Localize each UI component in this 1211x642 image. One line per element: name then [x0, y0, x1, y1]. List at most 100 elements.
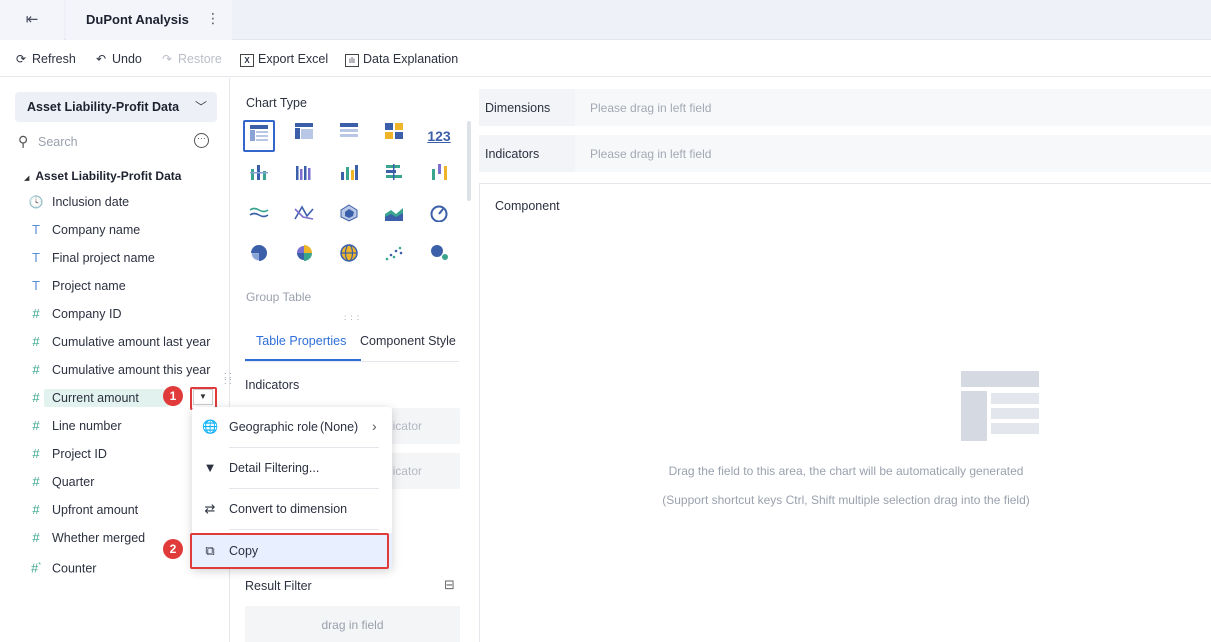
chart-type-gauge[interactable]	[423, 202, 455, 234]
field-company-name[interactable]: T Company name	[28, 219, 140, 241]
globe-icon: 🌐	[202, 419, 219, 434]
field-label: Company name	[52, 223, 141, 237]
field-label: Inclusion date	[52, 195, 130, 209]
menu-item-detail-filtering[interactable]: ▼ Detail Filtering...	[192, 450, 392, 486]
section-resize-handle[interactable]: : : :	[344, 313, 360, 322]
chart-type-pie[interactable]	[243, 242, 275, 274]
chart-type-range-bar[interactable]	[423, 161, 455, 193]
field-upfront-amount[interactable]: # Upfront amount	[28, 499, 138, 521]
rose-chart-icon	[297, 245, 312, 261]
gauge-icon	[430, 205, 448, 223]
detail-table-icon	[340, 123, 358, 137]
column-chart-icon	[341, 165, 358, 180]
menu-item-label: Detail Filtering...	[229, 461, 320, 475]
indicators-row: Indicators Please drag in left field	[479, 135, 1211, 172]
field-project-name[interactable]: T Project name	[28, 275, 126, 297]
number-type-icon: #	[32, 418, 40, 433]
tab-table-properties[interactable]: Table Properties	[256, 334, 346, 348]
kpi-card-icon	[385, 123, 403, 139]
field-quarter[interactable]: # Quarter	[28, 471, 94, 493]
field-counter[interactable]: #* Counter	[28, 555, 96, 577]
empty-chart-illustration-icon	[961, 371, 1039, 441]
exit-icon[interactable]: ⇤	[18, 8, 46, 32]
menu-item-convert-to-dimension[interactable]: ⇄ Convert to dimension	[192, 491, 392, 527]
pie-chart-icon	[251, 245, 267, 261]
chart-type-number[interactable]: 123	[423, 120, 455, 152]
chart-type-column[interactable]	[333, 161, 365, 193]
field-label: Project ID	[52, 447, 107, 461]
field-label: Current amount	[44, 389, 169, 407]
indicators-placeholder: Please drag in left field	[590, 147, 712, 161]
field-company-id[interactable]: # Company ID	[28, 303, 121, 325]
more-options-icon[interactable]: ···	[194, 133, 209, 148]
clock-icon: 🕓	[28, 195, 44, 209]
indicators-label: Indicators	[485, 147, 540, 161]
chart-type-multi-bar[interactable]	[288, 161, 320, 193]
drag-in-field-label: drag in field	[321, 618, 384, 632]
more-vertical-icon[interactable]: ⋮	[206, 10, 220, 27]
highlight-box-step2	[190, 533, 389, 569]
tab-divider	[245, 361, 459, 362]
chart-type-detail-table[interactable]	[333, 120, 365, 152]
menu-divider	[229, 447, 379, 448]
field-cumulative-last-year[interactable]: # Cumulative amount last year	[28, 331, 210, 353]
briefcase-icon[interactable]: ⊟	[444, 577, 455, 593]
field-label: Line number	[52, 419, 122, 433]
data-explanation-button[interactable]: ılı Data Explanation	[345, 51, 458, 67]
result-filter-drop-zone[interactable]: drag in field	[245, 606, 460, 642]
chart-type-horizontal-bar[interactable]	[378, 161, 410, 193]
field-project-id[interactable]: # Project ID	[28, 443, 107, 465]
chart-type-name: Group Table	[246, 290, 312, 304]
chart-type-rose[interactable]	[288, 242, 320, 274]
field-label: Cumulative amount last year	[52, 335, 211, 349]
number-type-icon: #	[32, 530, 40, 545]
field-cumulative-this-year[interactable]: # Cumulative amount this year	[28, 359, 210, 381]
menu-divider	[229, 488, 379, 489]
chart-type-kpi-card[interactable]	[378, 120, 410, 152]
chart-type-line-cross[interactable]	[288, 202, 320, 234]
scatter-chart-icon	[385, 246, 403, 261]
dimensions-placeholder: Please drag in left field	[590, 101, 712, 115]
data-explanation-icon: ılı	[345, 54, 359, 67]
excel-icon: X	[240, 54, 254, 67]
dimensions-row: Dimensions Please drag in left field	[479, 89, 1211, 126]
refresh-button[interactable]: ⟳ Refresh	[14, 51, 76, 67]
refresh-icon: ⟳	[15, 52, 27, 66]
search-input[interactable]	[38, 132, 178, 152]
component-canvas[interactable]: Component Drag the field to this area, t…	[479, 183, 1211, 642]
chart-type-radar[interactable]	[333, 202, 365, 234]
search-icon: ⚲	[18, 133, 29, 149]
text-type-icon: T	[32, 250, 40, 265]
export-excel-button[interactable]: X Export Excel	[240, 51, 328, 67]
menu-divider	[229, 529, 379, 530]
field-whether-merged[interactable]: # Whether merged	[28, 527, 145, 549]
chart-type-group-table[interactable]	[243, 120, 275, 152]
chart-type-globe[interactable]	[333, 242, 365, 274]
menu-item-geographic-role[interactable]: 🌐 Geographic role (None) ›	[192, 409, 392, 445]
chart-type-cross-table[interactable]	[288, 120, 320, 152]
chart-type-area[interactable]	[378, 202, 410, 234]
undo-label: Undo	[112, 52, 142, 66]
chevron-down-icon: ﹀	[194, 100, 207, 114]
globe-chart-icon	[340, 244, 358, 262]
field-inclusion-date[interactable]: 🕓 Inclusion date	[28, 191, 130, 213]
number-type-icon: #	[32, 446, 40, 461]
tree-root-label: Asset Liability-Profit Data	[35, 169, 182, 183]
field-line-number[interactable]: # Line number	[28, 415, 122, 437]
undo-button[interactable]: ↶ Undo	[94, 51, 142, 67]
tree-root[interactable]: ◢ Asset Liability-Profit Data	[24, 169, 181, 183]
chart-type-stacked-bar[interactable]	[243, 161, 275, 193]
restore-label: Restore	[178, 52, 222, 66]
field-current-amount[interactable]: # Current amount	[28, 387, 169, 409]
restore-button[interactable]: ↷ Restore	[160, 51, 222, 67]
field-final-project-name[interactable]: T Final project name	[28, 247, 155, 269]
field-label: Upfront amount	[52, 503, 139, 517]
tab-title[interactable]: DuPont Analysis	[86, 12, 189, 27]
chart-type-scatter[interactable]	[378, 242, 410, 274]
radar-chart-icon	[340, 204, 358, 222]
dataset-select[interactable]: Asset Liability-Profit Data ﹀	[15, 92, 217, 122]
chart-type-scrollbar[interactable]	[467, 121, 471, 201]
chart-type-wave[interactable]	[243, 202, 275, 234]
tab-component-style[interactable]: Component Style	[360, 334, 456, 348]
chart-type-bubble[interactable]	[423, 242, 455, 274]
